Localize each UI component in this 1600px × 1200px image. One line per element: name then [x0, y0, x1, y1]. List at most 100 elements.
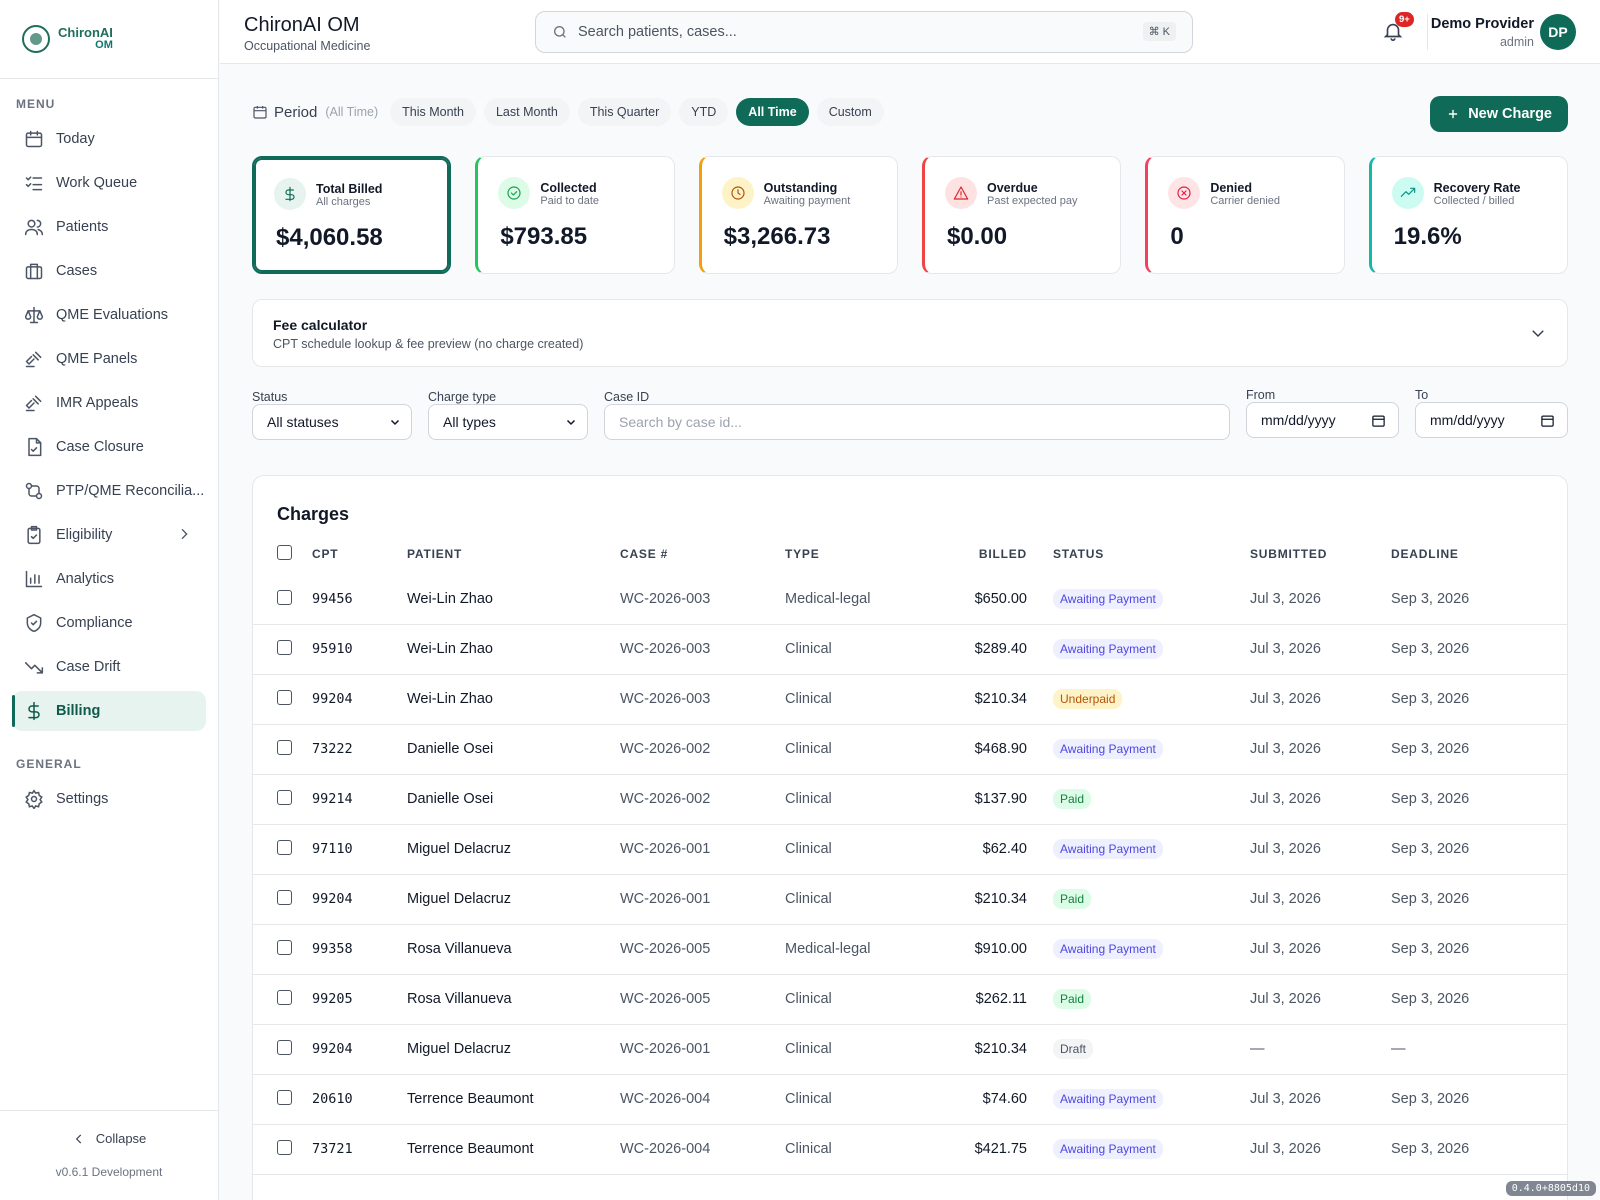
- row-checkbox[interactable]: [277, 690, 292, 705]
- period-chip-all-time[interactable]: All Time: [736, 98, 809, 126]
- row-checkbox[interactable]: [277, 840, 292, 855]
- table-row[interactable]: 73721 Terrence Beaumont WC-2026-004 Clinica…: [253, 1124, 1567, 1175]
- row-checkbox[interactable]: [277, 740, 292, 755]
- case-number[interactable]: WC-2026-003: [620, 691, 710, 707]
- table-row[interactable]: 95910 Wei-Lin Zhao WC-2026-003 Clinical $289…: [253, 624, 1567, 675]
- row-checkbox[interactable]: [277, 990, 292, 1005]
- chevron-down-icon[interactable]: [1529, 324, 1547, 342]
- case-number[interactable]: WC-2026-001: [620, 1041, 710, 1057]
- row-checkbox[interactable]: [277, 1040, 292, 1055]
- patient-name[interactable]: Wei-Lin Zhao: [407, 641, 493, 657]
- sidebar-item-case-drift[interactable]: Case Drift: [12, 647, 206, 687]
- sidebar-item-patients[interactable]: Patients: [12, 207, 206, 247]
- period-chip-ytd[interactable]: YTD: [679, 98, 729, 126]
- chevron-right-icon[interactable]: [176, 526, 192, 542]
- table-row[interactable]: 99204 Wei-Lin Zhao WC-2026-003 Clinical $210…: [253, 674, 1567, 725]
- case-number[interactable]: WC-2026-001: [620, 891, 710, 907]
- patient-name[interactable]: Miguel Delacruz: [407, 1041, 511, 1057]
- row-checkbox[interactable]: [277, 1090, 292, 1105]
- kpi-card-outstanding[interactable]: Outstanding Awaiting payment $3,266.73: [698, 156, 898, 274]
- table-row[interactable]: 99204 Miguel Delacruz WC-2026-001 Clinical $…: [253, 1024, 1567, 1075]
- sidebar-item-imr-appeals[interactable]: IMR Appeals: [12, 383, 206, 423]
- sidebar-item-today[interactable]: Today: [12, 119, 206, 159]
- search-input[interactable]: Search patients, cases...: [578, 24, 737, 40]
- calendar-icon[interactable]: [1371, 413, 1386, 428]
- table-row[interactable]: 99456 Wei-Lin Zhao WC-2026-003 Medical-lega…: [253, 574, 1567, 625]
- sidebar-item-analytics[interactable]: Analytics: [12, 559, 206, 599]
- case-number[interactable]: WC-2026-005: [620, 941, 710, 957]
- fee-calculator-panel[interactable]: Fee calculator CPT schedule lookup & fee…: [252, 299, 1568, 367]
- avatar[interactable]: DP: [1540, 14, 1576, 50]
- kpi-card-overdue[interactable]: Overdue Past expected pay $0.00: [921, 156, 1122, 274]
- sidebar-item-case-closure[interactable]: Case Closure: [12, 427, 206, 467]
- type-select[interactable]: All types: [428, 404, 588, 440]
- patient-name[interactable]: Danielle Osei: [407, 741, 493, 757]
- period-chip-custom[interactable]: Custom: [816, 98, 884, 126]
- case-number[interactable]: WC-2026-002: [620, 791, 710, 807]
- row-checkbox[interactable]: [277, 890, 292, 905]
- column-header-case[interactable]: CASE #: [620, 547, 668, 561]
- column-header-submitted[interactable]: SUBMITTED: [1250, 547, 1327, 561]
- status-select[interactable]: All statuses: [252, 404, 412, 440]
- kpi-card-denied[interactable]: Denied Carrier denied 0: [1145, 156, 1345, 274]
- patient-name[interactable]: Miguel Delacruz: [407, 891, 511, 907]
- sidebar-item-qme-evaluations[interactable]: QME Evaluations: [12, 295, 206, 335]
- case-number[interactable]: WC-2026-001: [620, 841, 710, 857]
- column-header-type[interactable]: TYPE: [785, 547, 820, 561]
- row-checkbox[interactable]: [277, 790, 292, 805]
- column-header-cpt[interactable]: CPT: [312, 547, 338, 561]
- case-number[interactable]: WC-2026-003: [620, 591, 710, 607]
- period-chip-this-month[interactable]: This Month: [390, 98, 476, 126]
- table-row[interactable]: 73222 Danielle Osei WC-2026-002 Clinical $46…: [253, 724, 1567, 775]
- table-row[interactable]: 99205 Rosa Villanueva WC-2026-005 Clinical $…: [253, 974, 1567, 1025]
- patient-name[interactable]: Rosa Villanueva: [407, 991, 512, 1007]
- global-search[interactable]: Search patients, cases... ⌘ K: [535, 11, 1193, 53]
- calendar-icon[interactable]: [1540, 413, 1555, 428]
- row-checkbox[interactable]: [277, 940, 292, 955]
- table-row[interactable]: 97110 Miguel Delacruz WC-2026-001 Clinical $…: [253, 824, 1567, 875]
- table-row[interactable]: 99214 Danielle Osei WC-2026-002 Clinical $13…: [253, 774, 1567, 825]
- table-row[interactable]: 99204 Miguel Delacruz WC-2026-001 Clinical $…: [253, 874, 1567, 925]
- case-number[interactable]: WC-2026-004: [620, 1141, 710, 1157]
- case-number[interactable]: WC-2026-004: [620, 1091, 710, 1107]
- kpi-card-total-billed[interactable]: Total Billed All charges $4,060.58: [252, 156, 452, 274]
- row-checkbox[interactable]: [277, 1140, 292, 1155]
- sidebar-item-qme-panels[interactable]: QME Panels: [12, 339, 206, 379]
- brand-logo[interactable]: ChironAI OM: [0, 0, 218, 79]
- kpi-card-collected[interactable]: Collected Paid to date $793.85: [475, 156, 675, 274]
- patient-name[interactable]: Danielle Osei: [407, 791, 493, 807]
- select-all-checkbox[interactable]: [277, 545, 292, 560]
- sidebar-item-settings[interactable]: Settings: [12, 779, 206, 819]
- row-checkbox[interactable]: [277, 590, 292, 605]
- sidebar-item-ptp-qme-reconcilia[interactable]: PTP/QME Reconcilia...: [12, 471, 206, 511]
- user-name[interactable]: Demo Provider: [1431, 16, 1534, 32]
- new-charge-button[interactable]: New Charge: [1430, 96, 1568, 132]
- row-checkbox[interactable]: [277, 640, 292, 655]
- column-header-deadline[interactable]: DEADLINE: [1391, 547, 1459, 561]
- case-id-input[interactable]: Search by case id...: [604, 404, 1230, 440]
- patient-name[interactable]: Rosa Villanueva: [407, 941, 512, 957]
- case-number[interactable]: WC-2026-005: [620, 991, 710, 1007]
- sidebar-item-cases[interactable]: Cases: [12, 251, 206, 291]
- patient-name[interactable]: Wei-Lin Zhao: [407, 691, 493, 707]
- case-number[interactable]: WC-2026-003: [620, 641, 710, 657]
- sidebar-item-billing[interactable]: Billing: [12, 691, 206, 731]
- column-header-billed[interactable]: BILLED: [979, 547, 1027, 561]
- period-chip-this-quarter[interactable]: This Quarter: [577, 98, 672, 126]
- column-header-status[interactable]: STATUS: [1053, 547, 1104, 561]
- sidebar-item-compliance[interactable]: Compliance: [12, 603, 206, 643]
- sidebar-item-work-queue[interactable]: Work Queue: [12, 163, 206, 203]
- sidebar-item-eligibility[interactable]: Eligibility: [12, 515, 206, 555]
- kpi-card-recovery-rate[interactable]: Recovery Rate Collected / billed 19.6%: [1368, 156, 1568, 274]
- patient-name[interactable]: Terrence Beaumont: [407, 1141, 534, 1157]
- table-row[interactable]: 99358 Rosa Villanueva WC-2026-005 Medical-l…: [253, 924, 1567, 975]
- collapse-button[interactable]: Collapse: [72, 1131, 146, 1146]
- to-date-input[interactable]: mm/dd/yyyy: [1415, 402, 1568, 438]
- column-header-patient[interactable]: PATIENT: [407, 547, 462, 561]
- patient-name[interactable]: Terrence Beaumont: [407, 1091, 534, 1107]
- case-number[interactable]: WC-2026-002: [620, 741, 710, 757]
- patient-name[interactable]: Miguel Delacruz: [407, 841, 511, 857]
- table-row[interactable]: 20610 Terrence Beaumont WC-2026-004 Clinica…: [253, 1074, 1567, 1125]
- from-date-input[interactable]: mm/dd/yyyy: [1246, 402, 1399, 438]
- period-chip-last-month[interactable]: Last Month: [483, 98, 570, 126]
